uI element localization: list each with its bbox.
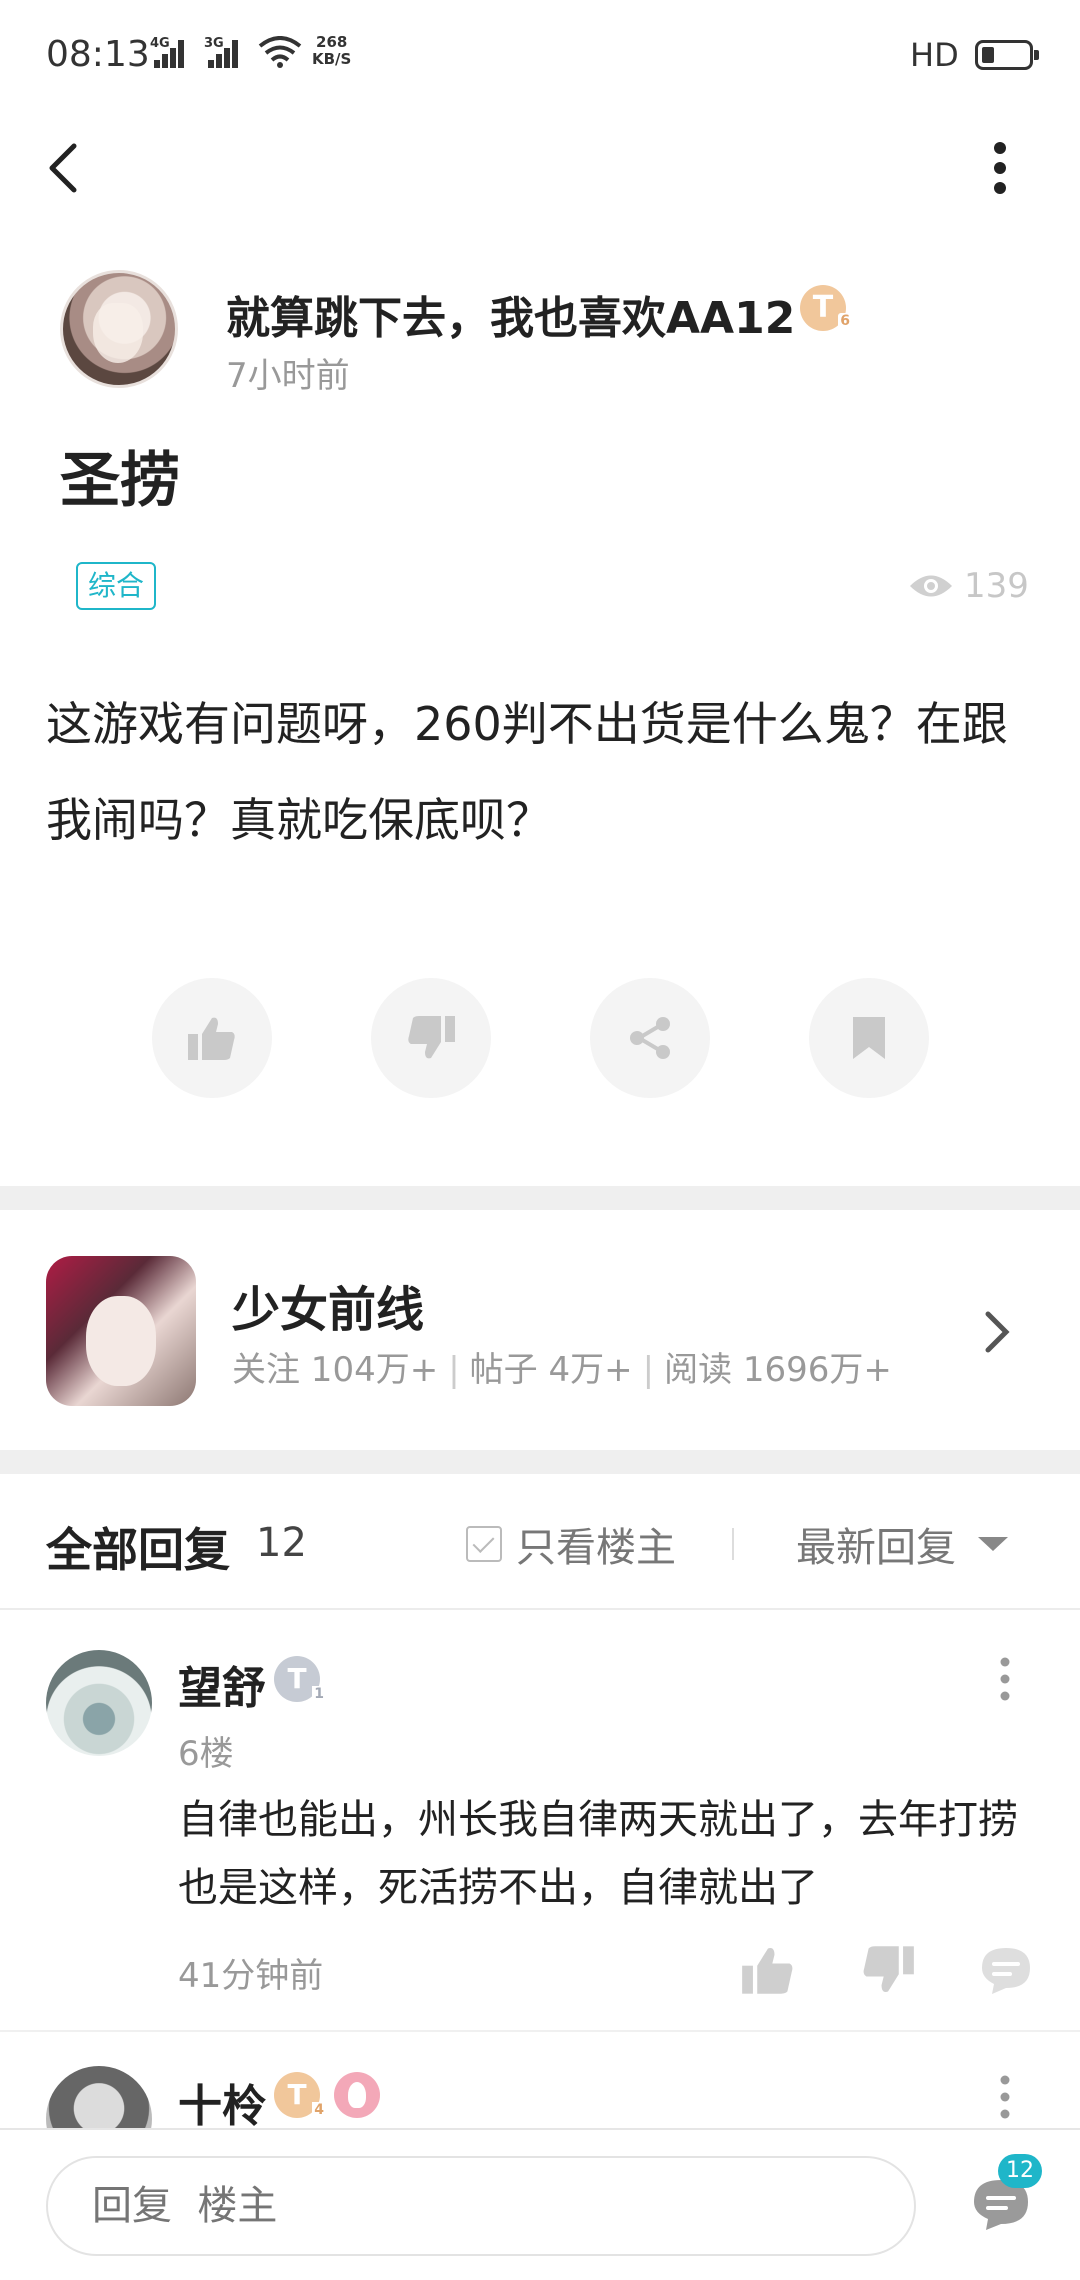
post-title: 圣捞 xyxy=(60,446,180,516)
section-divider-2 xyxy=(0,1450,1080,1474)
only-op-label: 只看楼主 xyxy=(516,1525,676,1571)
wifi-icon xyxy=(258,36,302,68)
post-actions xyxy=(0,978,1080,1098)
hd-indicator: HD xyxy=(910,36,959,74)
signal-icon xyxy=(152,38,190,68)
comment-time: 41分钟前 xyxy=(178,1956,324,1996)
section-divider xyxy=(0,1186,1080,1210)
author-avatar[interactable] xyxy=(60,270,178,388)
comment-avatar[interactable] xyxy=(46,1650,152,1756)
eye-icon xyxy=(910,575,952,597)
chevron-right-icon[interactable] xyxy=(982,1310,1012,1354)
comment-reply-icon[interactable] xyxy=(978,1944,1034,1996)
comment-like-icon[interactable] xyxy=(740,1944,796,1996)
signal-icon-2 xyxy=(206,38,244,68)
comment-author[interactable]: 望舒 xyxy=(178,1652,266,1716)
thumbs-down-icon xyxy=(408,1016,455,1059)
comment-more-icon-2[interactable] xyxy=(990,2072,1020,2122)
game-icon[interactable] xyxy=(46,1256,196,1406)
post-body: 这游戏有问题呀，260判不出货是什么鬼？在跟我闹吗？真就吃保底呗？ xyxy=(46,697,1008,847)
comment-floor: 6楼 xyxy=(178,1734,234,1774)
sort-dropdown[interactable]: 最新回复 xyxy=(796,1516,1008,1572)
dislike-button[interactable] xyxy=(371,978,491,1098)
post-time: 7小时前 xyxy=(226,356,350,396)
comment-level-badge-2: T4 xyxy=(274,2072,326,2118)
like-button[interactable] xyxy=(152,978,272,1098)
view-count: 139 xyxy=(908,566,1029,606)
share-button[interactable] xyxy=(590,978,710,1098)
view-count-value: 139 xyxy=(964,566,1029,606)
bookmark-button[interactable] xyxy=(809,978,929,1098)
network-speed: 268 KB/S xyxy=(312,33,352,68)
header-divider xyxy=(732,1528,734,1560)
author-level-badge: T6 xyxy=(800,285,852,331)
header-line xyxy=(0,1608,1080,1610)
comment-medal-icon xyxy=(334,2072,380,2118)
more-options-icon[interactable] xyxy=(980,140,1020,196)
comment-level-badge: T1 xyxy=(274,1656,326,1702)
all-replies-title: 全部回复 xyxy=(46,1523,230,1577)
bookmark-icon xyxy=(853,1017,885,1059)
comment-text: 自律也能出，州长我自律两天就出了，去年打捞也是这样，死活捞不出，自律就出了 xyxy=(178,1797,1018,1911)
game-name[interactable]: 少女前线 xyxy=(232,1270,424,1340)
checkbox-icon[interactable] xyxy=(466,1526,502,1562)
status-bar: 08:13 4G 3G 268 KB/S HD xyxy=(0,0,1080,110)
author-name[interactable]: 就算跳下去，我也喜欢AA12 xyxy=(226,282,795,346)
post-tag[interactable]: 综合 xyxy=(76,562,157,610)
reply-input[interactable] xyxy=(46,2156,916,2256)
thumbs-up-icon xyxy=(188,1017,235,1060)
back-arrow-icon[interactable] xyxy=(40,140,90,196)
dropdown-triangle-icon xyxy=(978,1537,1008,1551)
status-time: 08:13 xyxy=(46,34,150,75)
reply-count-badge: 12 xyxy=(998,2154,1042,2188)
comment-divider xyxy=(0,2030,1080,2032)
comment-more-icon[interactable] xyxy=(990,1654,1020,1704)
game-stats: 关注 104万+ | 帖子 4万+ | 阅读 1696万+ xyxy=(232,1350,892,1390)
battery-icon xyxy=(975,40,1039,70)
comment-dislike-icon[interactable] xyxy=(860,1944,916,1996)
sort-label: 最新回复 xyxy=(796,1525,956,1571)
only-op-toggle[interactable]: 只看楼主 xyxy=(466,1516,676,1572)
replies-count: 12 xyxy=(256,1520,307,1566)
share-icon xyxy=(630,1017,670,1059)
comment-author-2[interactable]: 十柃 xyxy=(178,2070,266,2134)
